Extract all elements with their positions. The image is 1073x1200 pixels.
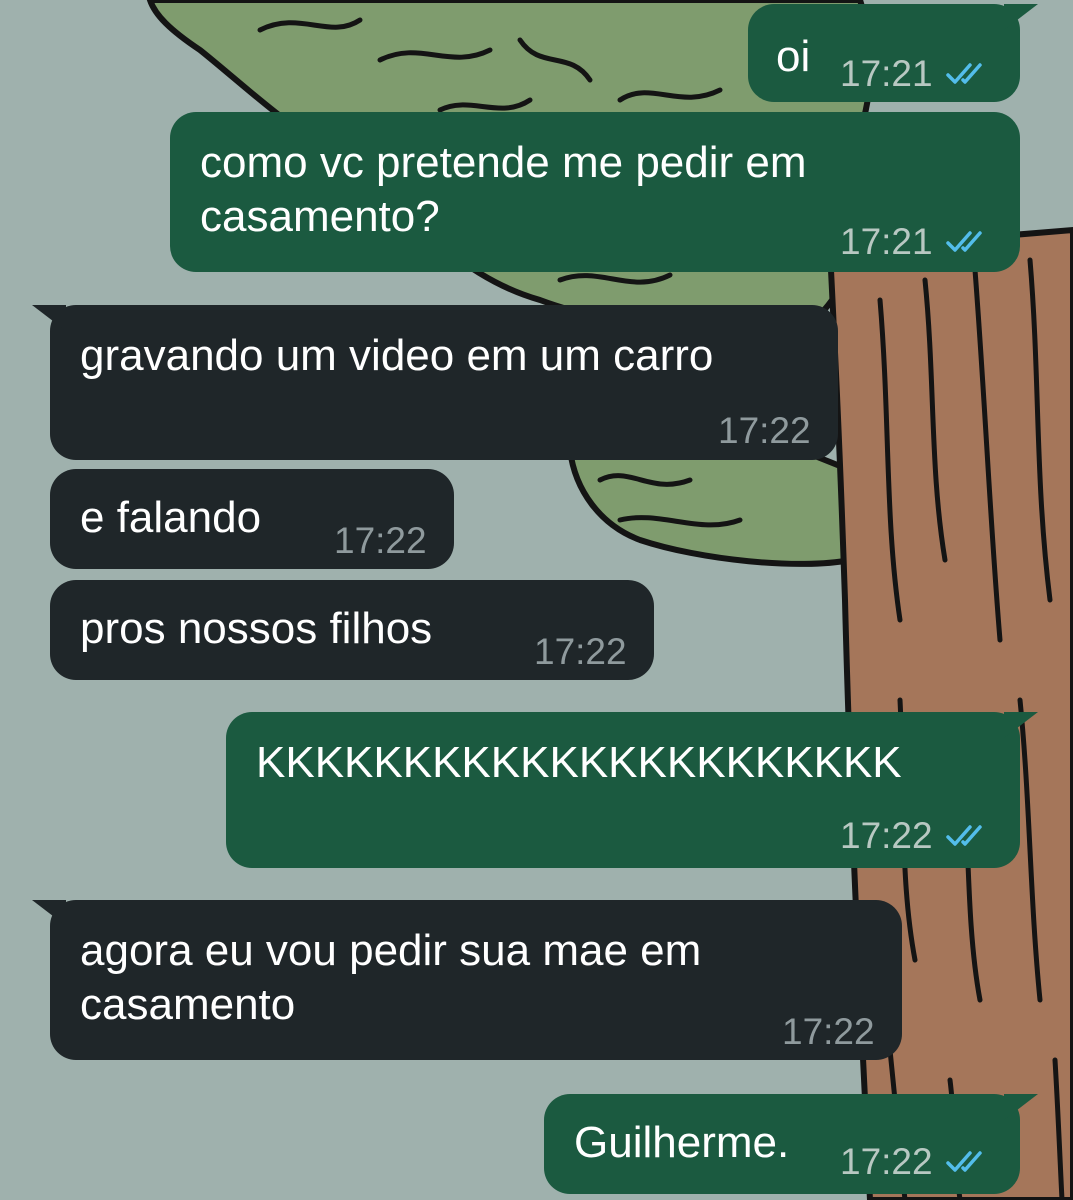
incoming-message[interactable]: pros nossos filhos 17:22 bbox=[50, 580, 654, 680]
message-text: como vc pretende me pedir em casamento? bbox=[200, 138, 807, 241]
outgoing-message[interactable]: Guilherme. 17:22 bbox=[544, 1094, 1038, 1194]
bubble-tail bbox=[32, 305, 66, 331]
outgoing-message[interactable]: oi 17:21 bbox=[748, 4, 1038, 102]
message-timestamp: 17:22 bbox=[718, 410, 811, 451]
message-text: oi bbox=[776, 32, 811, 81]
message-text: agora eu vou pedir sua mae em casamento bbox=[80, 926, 702, 1029]
message-text: KKKKKKKKKKKKKKKKKKKKKK bbox=[256, 738, 902, 787]
bubble-tail bbox=[1004, 712, 1038, 738]
incoming-message[interactable]: agora eu vou pedir sua mae em casamento … bbox=[32, 900, 902, 1060]
message-timestamp: 17:22 bbox=[334, 520, 427, 561]
message-timestamp: 17:22 bbox=[840, 815, 933, 856]
message-text: pros nossos filhos bbox=[80, 604, 433, 653]
message-timestamp: 17:22 bbox=[840, 1141, 933, 1182]
bubble-tail bbox=[32, 900, 66, 926]
message-list[interactable]: oi 17:21 como vc pretende me pedir em ca… bbox=[0, 0, 1073, 1200]
read-double-check-icon bbox=[946, 1151, 982, 1172]
message-text: gravando um video em um carro bbox=[80, 331, 714, 380]
outgoing-message[interactable]: como vc pretende me pedir em casamento? … bbox=[170, 112, 1020, 272]
incoming-message[interactable]: gravando um video em um carro 17:22 bbox=[32, 305, 838, 460]
message-timestamp: 17:22 bbox=[534, 631, 627, 672]
message-timestamp: 17:22 bbox=[782, 1011, 875, 1052]
outgoing-message[interactable]: KKKKKKKKKKKKKKKKKKKKKK 17:22 bbox=[226, 712, 1038, 868]
read-double-check-icon bbox=[946, 63, 982, 84]
message-timestamp: 17:21 bbox=[840, 53, 933, 94]
message-timestamp: 17:21 bbox=[840, 221, 933, 262]
bubble-tail bbox=[1004, 1094, 1038, 1120]
incoming-message[interactable]: e falando 17:22 bbox=[50, 469, 454, 569]
read-double-check-icon bbox=[946, 825, 982, 846]
bubble-tail bbox=[1004, 4, 1038, 30]
message-text: Guilherme. bbox=[574, 1118, 790, 1167]
read-double-check-icon bbox=[946, 231, 982, 252]
message-text: e falando bbox=[80, 493, 262, 542]
